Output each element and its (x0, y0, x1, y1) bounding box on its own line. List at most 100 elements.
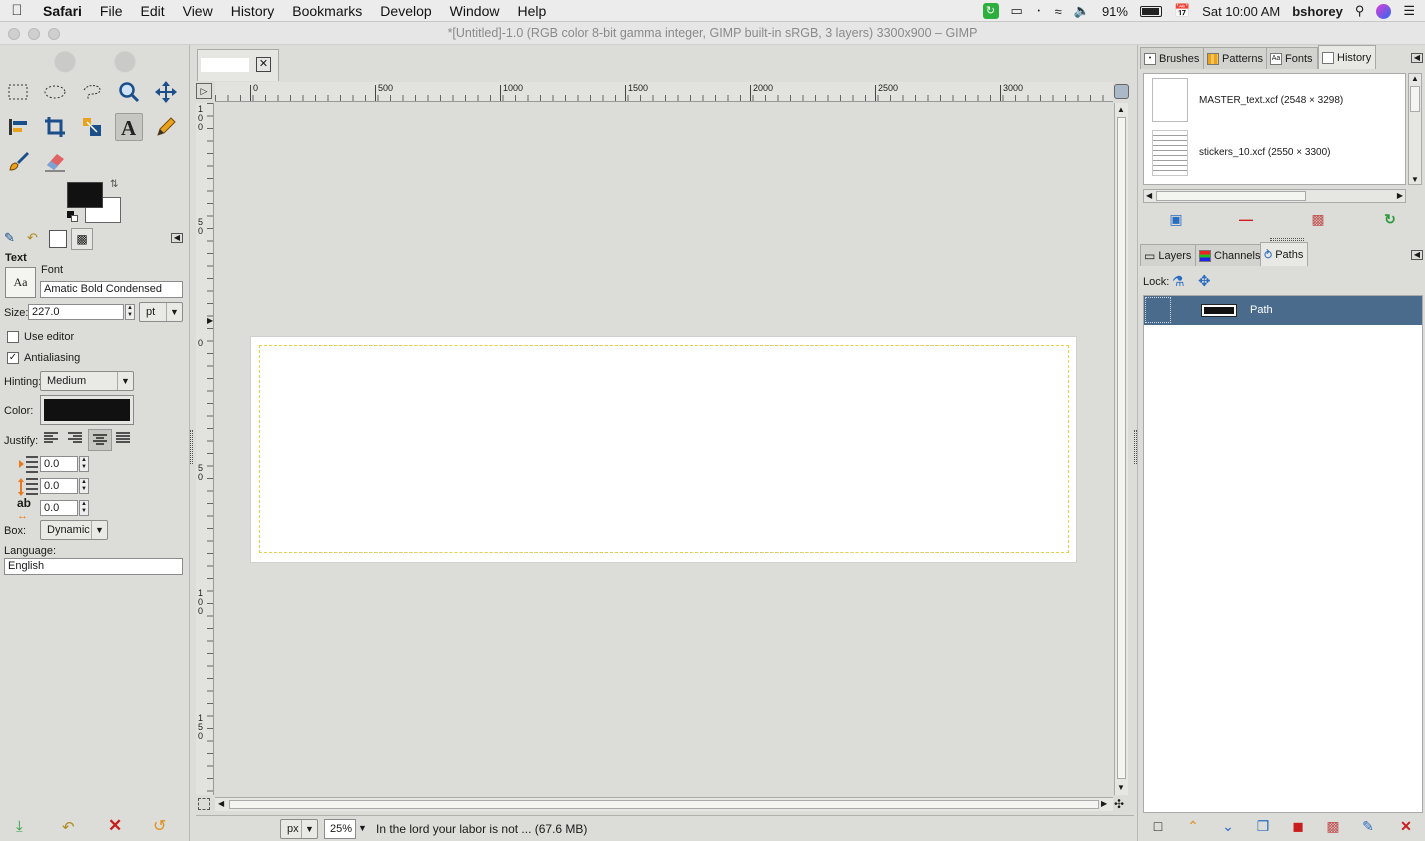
delete-tool-preset-icon[interactable]: ✕ (108, 816, 122, 836)
letter-spacing-input[interactable]: 0.0 (40, 500, 78, 516)
move-tool-icon[interactable] (152, 78, 180, 106)
configure-tab-icon[interactable]: ◀ (1411, 250, 1423, 260)
scroll-up-arrow[interactable]: ▲ (1117, 105, 1125, 114)
unified-transform-icon[interactable] (78, 113, 106, 141)
text-box-outline[interactable] (259, 345, 1069, 553)
siri-icon[interactable] (1376, 3, 1392, 19)
foreground-color-swatch[interactable] (67, 182, 103, 208)
tab-channels[interactable]: Channels (1195, 244, 1266, 266)
navigation-icon[interactable] (1114, 84, 1129, 99)
tool-options-tab-icon[interactable]: ✎ (4, 230, 22, 248)
justify-center-icon[interactable] (88, 429, 112, 451)
close-tab-icon[interactable]: ✕ (256, 57, 271, 72)
delete-path-icon[interactable]: ✕ (1396, 816, 1416, 836)
size-input[interactable]: 227.0 (28, 304, 124, 320)
minimize-window-button[interactable] (28, 28, 40, 40)
vertical-scrollbar[interactable]: ▲ ▼ (1114, 103, 1128, 795)
clear-history-icon[interactable]: ▩ (1308, 209, 1328, 229)
configure-tab-icon[interactable]: ◀ (171, 233, 183, 243)
antialiasing-checkbox[interactable]: ✓ (7, 352, 19, 364)
scroll-down-arrow[interactable]: ▼ (1117, 783, 1125, 792)
size-spinner[interactable]: ▲ ▼ (125, 304, 135, 320)
tab-layers[interactable]: ▭ Layers (1140, 244, 1197, 266)
justify-fill-icon[interactable] (114, 431, 134, 449)
battery-percent[interactable]: 91% (1102, 4, 1128, 19)
box-mode-select[interactable]: Dynamic ▼ (40, 520, 108, 540)
font-input[interactable]: Amatic Bold Condensed (40, 281, 183, 298)
language-input[interactable]: English (4, 558, 183, 575)
duplicate-path-icon[interactable]: ❐ (1253, 816, 1273, 836)
quick-mask-corner-icon[interactable]: ▷ (196, 83, 212, 99)
path-name[interactable]: Path (1250, 304, 1273, 316)
rect-select-icon[interactable] (4, 78, 32, 106)
path-visibility-toggle[interactable] (1145, 297, 1171, 323)
toggle-quick-mask-icon[interactable] (198, 798, 210, 810)
dock-separator-handle[interactable] (1270, 238, 1304, 241)
lock-position-icon[interactable]: ✥ (1198, 272, 1211, 290)
tab-brushes[interactable]: • Brushes (1140, 47, 1205, 69)
spotlight-icon[interactable]: ⚲ (1355, 3, 1365, 19)
ellipse-select-icon[interactable] (41, 78, 69, 106)
calendar-icon[interactable]: 📅 (1174, 3, 1190, 19)
configure-tab-icon[interactable]: ◀ (1411, 53, 1423, 63)
indent-spinner[interactable]: ▲ ▼ (79, 456, 89, 472)
notification-center-icon[interactable]: ☰ (1403, 3, 1415, 19)
apple-icon[interactable]:  (0, 2, 34, 19)
reset-tool-options-icon[interactable]: ↺ (153, 816, 166, 836)
image-tab[interactable]: ✕ (197, 49, 279, 81)
letter-spacing-spinner[interactable]: ▲ ▼ (79, 500, 89, 516)
horizontal-scrollbar[interactable]: ◀ ▶ (215, 797, 1113, 811)
volume-icon[interactable]: 🔈 (1074, 3, 1090, 19)
tab-fonts[interactable]: Aa Fonts (1266, 47, 1318, 69)
zoom-input[interactable]: 25% (324, 819, 356, 839)
history-vscrollbar[interactable]: ▲ ▼ (1408, 73, 1422, 185)
use-editor-checkbox[interactable] (7, 331, 19, 343)
menu-view[interactable]: View (174, 3, 222, 19)
menu-bookmarks[interactable]: Bookmarks (283, 3, 371, 19)
size-unit-select[interactable]: pt ▼ (139, 302, 183, 322)
save-tool-preset-icon[interactable]: ⤓ (16, 818, 23, 835)
justify-right-icon[interactable] (66, 431, 86, 449)
sync-icon[interactable]: ↻ (982, 3, 999, 19)
bluetooth-icon[interactable]: ᛫ (1035, 4, 1043, 19)
menu-file[interactable]: File (91, 3, 132, 19)
menu-help[interactable]: Help (508, 3, 555, 19)
undo-history-tab-icon[interactable] (49, 230, 67, 248)
menu-window[interactable]: Window (441, 3, 509, 19)
airplay-icon[interactable]: ▭ (1011, 3, 1023, 19)
text-color-button[interactable] (40, 395, 134, 425)
unit-select[interactable]: px ▼ (280, 819, 318, 839)
zoom-tool-icon[interactable] (115, 78, 143, 106)
justify-left-icon[interactable] (42, 431, 62, 449)
images-tab-icon[interactable]: ▩ (71, 228, 93, 250)
new-path-icon[interactable]: □ (1148, 816, 1168, 836)
zoom-dropdown-arrow[interactable]: ▼ (358, 823, 367, 833)
align-tool-icon[interactable] (4, 113, 32, 141)
default-colors-icon[interactable] (67, 211, 79, 223)
zoom-to-fit-icon[interactable]: ✣ (1114, 797, 1124, 811)
tab-paths[interactable]: ⥁ Paths (1260, 242, 1309, 266)
lower-path-icon[interactable]: ⌄ (1218, 816, 1238, 836)
line-spacing-spinner[interactable]: ▲ ▼ (79, 478, 89, 494)
stroke-path-icon[interactable]: ✎ (1358, 816, 1378, 836)
line-spacing-input[interactable]: 0.0 (40, 478, 78, 494)
restore-tool-preset-icon[interactable]: ↶ (62, 818, 75, 836)
menu-history[interactable]: History (222, 3, 284, 19)
text-tool-icon[interactable]: A (115, 113, 143, 141)
battery-icon[interactable] (1139, 5, 1162, 17)
lock-stroke-icon[interactable]: ⚗ (1172, 273, 1185, 290)
close-window-button[interactable] (8, 28, 20, 40)
path-to-selection-icon[interactable]: ◼ (1288, 816, 1308, 836)
tab-history[interactable]: History (1318, 45, 1377, 69)
menu-edit[interactable]: Edit (131, 3, 173, 19)
paintbrush-tool-icon[interactable] (4, 147, 32, 175)
lasso-select-icon[interactable] (78, 78, 106, 106)
scroll-right-arrow[interactable]: ▶ (1101, 799, 1107, 808)
menu-app-name[interactable]: Safari (34, 3, 91, 19)
hinting-select[interactable]: Medium ▼ (40, 371, 134, 391)
list-item[interactable]: stickers_10.xcf (2550 × 3300) (1144, 127, 1405, 179)
scroll-left-arrow[interactable]: ◀ (218, 799, 224, 808)
indent-input[interactable]: 0.0 (40, 456, 78, 472)
refresh-icon[interactable]: ↻ (1380, 209, 1400, 229)
raise-path-icon[interactable]: ⌃ (1183, 816, 1203, 836)
